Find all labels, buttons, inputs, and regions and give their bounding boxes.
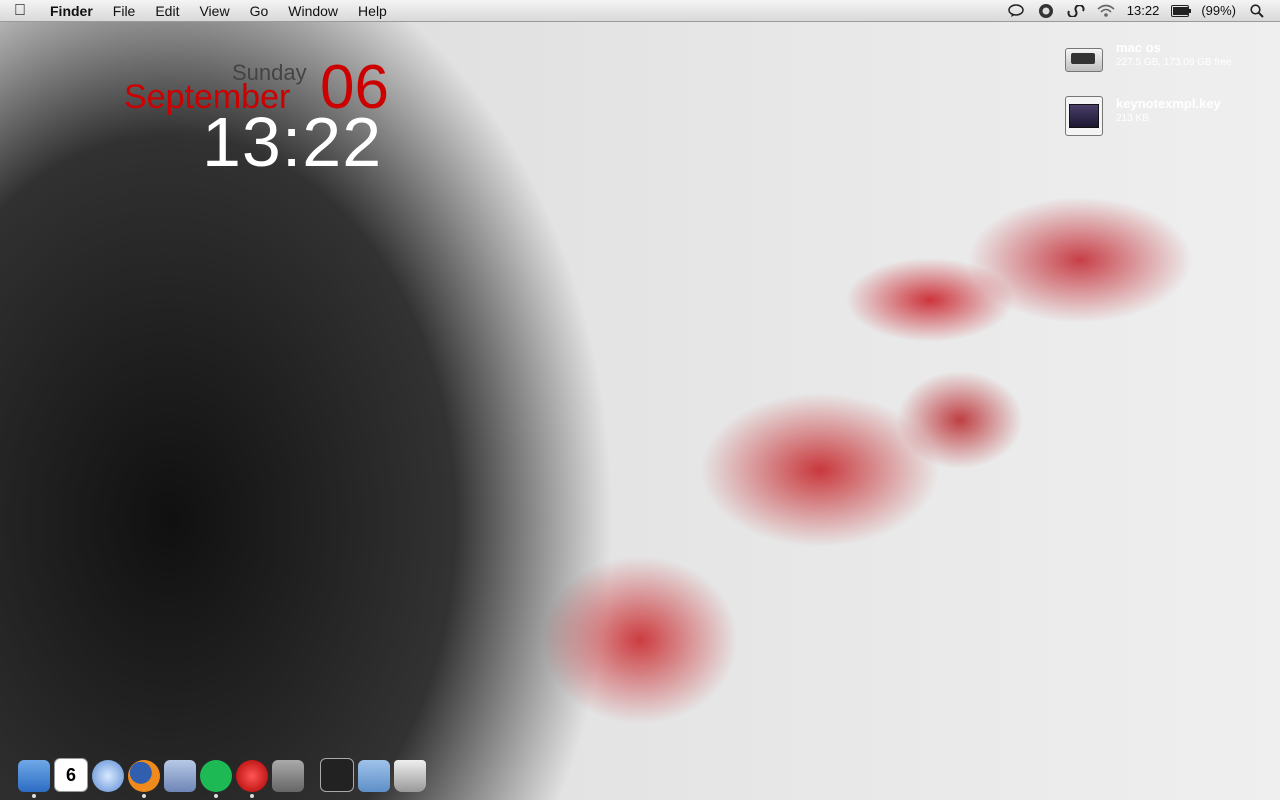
- gear-icon[interactable]: [272, 760, 304, 792]
- menu-file[interactable]: File: [103, 0, 146, 22]
- menubar-clock[interactable]: 13:22: [1127, 3, 1160, 18]
- wifi-icon[interactable]: [1097, 3, 1115, 19]
- desktop-item-name: keynotexmpl.key: [1116, 96, 1221, 111]
- desktop-item-meta: 227.5 GB, 173.09 GB free: [1116, 57, 1232, 68]
- dock: 6: [18, 750, 426, 798]
- desktop-item-meta: 213 KB: [1116, 113, 1149, 124]
- lastfm-icon[interactable]: [1067, 3, 1085, 19]
- clock-time: 13:22: [202, 103, 383, 181]
- spotify-icon[interactable]: [200, 760, 232, 798]
- keynote-file-icon[interactable]: [1064, 96, 1104, 136]
- apple-menu-icon[interactable]: : [0, 2, 40, 20]
- menu-window[interactable]: Window: [278, 0, 348, 22]
- itunes-icon[interactable]: [92, 760, 124, 792]
- quicksilver-icon[interactable]: [1037, 3, 1055, 19]
- menu-go[interactable]: Go: [240, 0, 279, 22]
- desktop-item-keynote[interactable]: keynotexmpl.key 213 KB: [1064, 96, 1266, 136]
- menu-bar:  Finder File Edit View Go Window Help 1…: [0, 0, 1280, 22]
- menu-edit[interactable]: Edit: [145, 0, 189, 22]
- calendar-icon[interactable]: 6: [54, 758, 88, 792]
- desktop-item-drive[interactable]: mac os 227.5 GB, 173.09 GB free: [1064, 40, 1266, 80]
- menu-help[interactable]: Help: [348, 0, 397, 22]
- adium-icon[interactable]: [236, 760, 268, 798]
- finder-icon[interactable]: [18, 760, 50, 798]
- calendar-date: 6: [65, 764, 76, 785]
- chat-icon[interactable]: [1007, 3, 1025, 19]
- battery-icon[interactable]: [1171, 3, 1192, 19]
- spotlight-search-icon[interactable]: [1248, 3, 1266, 19]
- menu-app-finder[interactable]: Finder: [40, 0, 103, 22]
- menu-view[interactable]: View: [189, 0, 239, 22]
- firefox-icon[interactable]: [128, 760, 160, 798]
- trash-icon[interactable]: [394, 760, 426, 792]
- hard-drive-icon[interactable]: [1064, 40, 1104, 80]
- clock-widget: Sunday September 06 13:22: [120, 53, 420, 184]
- mail-icon[interactable]: [164, 760, 196, 792]
- folder-icon[interactable]: [358, 760, 390, 792]
- activity-monitor-icon[interactable]: [320, 758, 354, 792]
- battery-percentage[interactable]: (99%): [1201, 3, 1236, 18]
- desktop-item-name: mac os: [1116, 40, 1161, 55]
